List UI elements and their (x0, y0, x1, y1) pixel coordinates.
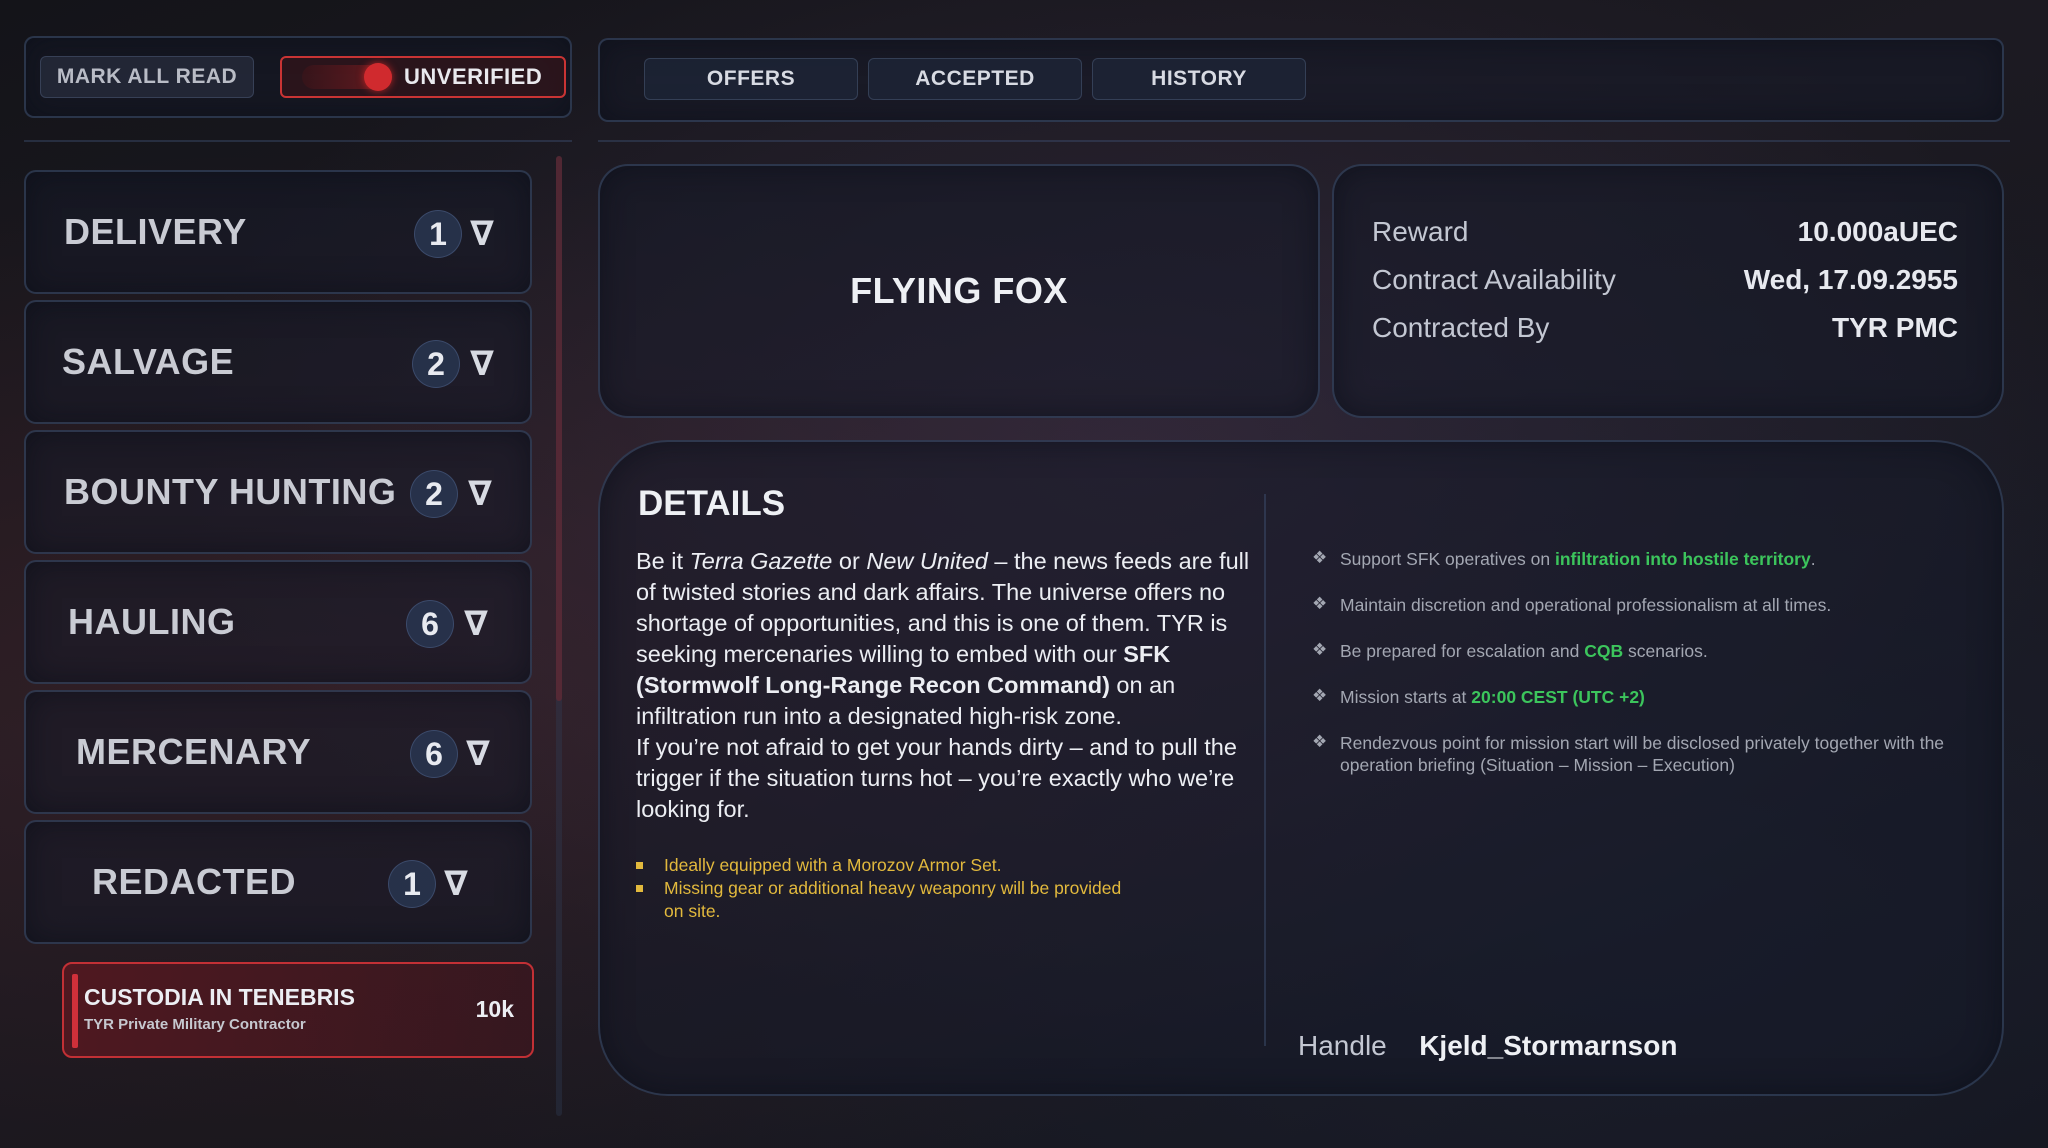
category-label: REDACTED (92, 861, 297, 902)
contract-list-item-selected[interactable]: CUSTODIA IN TENEBRIS TYR Private Militar… (62, 962, 534, 1058)
chevron-down-icon[interactable]: ∇ (466, 340, 498, 388)
chevron-down-icon[interactable]: ∇ (462, 730, 494, 778)
unverified-toggle[interactable]: UNVERIFIED (280, 56, 566, 98)
list-item: Missing gear or additional heavy weaponr… (636, 877, 1136, 923)
category-bounty-hunting[interactable]: BOUNTY HUNTING 2 ∇ (24, 430, 532, 554)
sidebar-scroll-thumb[interactable] (556, 156, 562, 701)
mission-title: FLYING FOX (850, 270, 1068, 311)
details-heading: DETAILS (638, 484, 786, 523)
contract-title: CUSTODIA IN TENEBRIS (84, 984, 355, 1010)
sidebar-scrollbar[interactable] (556, 156, 562, 1116)
list-item: ❖ Maintain discretion and operational pro… (1312, 594, 1832, 615)
reward-label: Reward (1372, 216, 1469, 247)
category-count-badge: 2 (412, 340, 460, 388)
mission-title-card: FLYING FOX (598, 164, 1320, 418)
category-count-badge: 2 (410, 470, 458, 518)
info-row-contracted-by: Contracted By TYR PMC (1372, 312, 1958, 352)
tabs-bar: OFFERS ACCEPTED HISTORY (598, 38, 2004, 122)
unverified-label: UNVERIFIED (404, 64, 543, 89)
list-item: Ideally equipped with a Morozov Armor Se… (636, 854, 1136, 877)
chevron-down-icon[interactable]: ∇ (466, 210, 498, 258)
reward-value: 10.000aUEC (1797, 216, 1958, 247)
category-count-badge: 1 (388, 860, 436, 908)
availability-value: Wed, 17.09.2955 (1743, 264, 1958, 295)
gear-notes-list: Ideally equipped with a Morozov Armor Se… (636, 854, 1136, 923)
details-card: DETAILS Be it Terra Gazette or New Unite… (598, 440, 2004, 1096)
diamond-bullet-icon: ❖ (1312, 640, 1328, 659)
toggle-track[interactable] (302, 63, 392, 91)
main-divider (598, 140, 2010, 142)
list-item: ❖ Mission starts at 20:00 CEST (UTC +2) (1312, 686, 1645, 707)
tab-offers[interactable]: OFFERS (644, 58, 858, 100)
handle-label: Handle (1298, 1030, 1387, 1061)
info-row-availability: Contract Availability Wed, 17.09.2955 (1372, 264, 1958, 304)
category-count-badge: 6 (406, 600, 454, 648)
contract-subtitle: TYR Private Military Contractor (84, 1016, 306, 1033)
contract-info-card: Reward 10.000aUEC Contract Availability … (1332, 164, 2004, 418)
sidebar-divider (24, 140, 572, 142)
diamond-bullet-icon: ❖ (1312, 594, 1328, 613)
availability-label: Contract Availability (1372, 264, 1616, 295)
category-salvage[interactable]: SALVAGE 2 ∇ (24, 300, 532, 424)
square-bullet-icon (636, 862, 643, 869)
category-label: MERCENARY (76, 731, 312, 772)
contracted-by-label: Contracted By (1372, 312, 1550, 343)
chevron-down-icon[interactable]: ∇ (460, 600, 492, 648)
chevron-down-icon[interactable]: ∇ (440, 860, 472, 908)
objectives-list: ❖ Support SFK operatives on infiltration … (1312, 548, 1992, 800)
category-hauling[interactable]: HAULING 6 ∇ (24, 560, 532, 684)
category-delivery[interactable]: DELIVERY 1 ∇ (24, 170, 532, 294)
list-item: ❖ Rendezvous point for mission start will… (1312, 732, 1945, 775)
list-item: ❖ Support SFK operatives on infiltration … (1312, 548, 1816, 569)
toolbar: MARK ALL READ UNVERIFIED (24, 36, 572, 118)
toggle-knob[interactable] (364, 63, 392, 91)
info-row-reward: Reward 10.000aUEC (1372, 216, 1958, 256)
category-label: DELIVERY (64, 211, 247, 252)
diamond-bullet-icon: ❖ (1312, 686, 1328, 705)
contract-reward: 10k (475, 996, 514, 1022)
category-label: HAULING (68, 601, 236, 642)
diamond-bullet-icon: ❖ (1312, 732, 1328, 751)
tab-accepted[interactable]: ACCEPTED (868, 58, 1082, 100)
tab-history[interactable]: HISTORY (1092, 58, 1306, 100)
square-bullet-icon (636, 885, 643, 892)
category-label: BOUNTY HUNTING (64, 471, 397, 512)
description-paragraph: Be it Terra Gazette or New United – the … (636, 548, 1250, 729)
handle-row: Handle Kjeld_Stormarnson (1298, 1030, 1677, 1062)
category-label: SALVAGE (62, 341, 235, 382)
details-description: Be it Terra Gazette or New United – the … (636, 546, 1256, 825)
category-count-badge: 6 (410, 730, 458, 778)
category-count-badge: 1 (414, 210, 462, 258)
handle-value: Kjeld_Stormarnson (1419, 1030, 1678, 1061)
description-paragraph: If you’re not afraid to get your hands d… (636, 734, 1237, 822)
selected-accent-bar (72, 974, 78, 1048)
category-redacted[interactable]: REDACTED 1 ∇ (24, 820, 532, 944)
diamond-bullet-icon: ❖ (1312, 548, 1328, 567)
category-mercenary[interactable]: MERCENARY 6 ∇ (24, 690, 532, 814)
chevron-down-icon[interactable]: ∇ (464, 470, 496, 518)
contracted-by-value: TYR PMC (1832, 312, 1958, 343)
list-item: ❖ Be prepared for escalation and CQB scen… (1312, 640, 1708, 661)
column-divider (1264, 494, 1266, 1046)
mark-all-read-button[interactable]: MARK ALL READ (40, 56, 254, 98)
